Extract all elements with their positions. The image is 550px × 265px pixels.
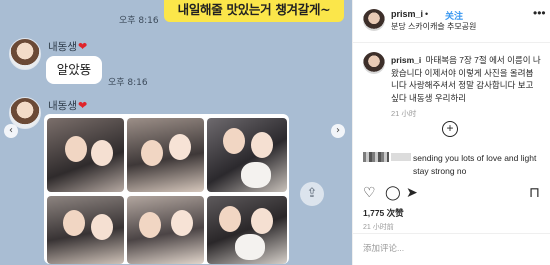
post-author: prism_i • — [391, 9, 430, 19]
avatar[interactable] — [363, 9, 385, 31]
comment-bubble-icon[interactable]: ◯ — [385, 184, 401, 200]
photo-thumbnail[interactable] — [207, 118, 287, 192]
face-shape — [63, 210, 85, 236]
message-time: 오후 8:16 — [119, 16, 159, 26]
face-shape — [251, 208, 273, 234]
received-message-bubble: 알았뚕 — [46, 56, 102, 84]
message-time: 오후 8:16 — [108, 78, 148, 88]
avatar[interactable] — [363, 52, 385, 74]
blurred-username — [391, 153, 411, 161]
heart-icon: ❤ — [77, 99, 88, 112]
face-shape — [251, 132, 273, 158]
face-shape — [169, 134, 191, 160]
location-link[interactable]: 분당 스카이캐슬 추모공원 — [391, 21, 476, 32]
caption-username[interactable]: prism_i — [391, 55, 421, 65]
sent-message-bubble: 내일해줄 맛있는거 챙겨갈게~ — [164, 0, 344, 22]
share-icon[interactable]: ⇪ — [300, 182, 324, 206]
face-shape — [171, 210, 193, 236]
sender-name: 내동생❤ — [48, 98, 87, 113]
more-options-icon[interactable]: ••• — [533, 6, 546, 20]
chevron-left-icon[interactable]: ‹ — [4, 124, 18, 138]
photo-grid[interactable] — [44, 114, 289, 264]
dog-shape — [235, 234, 265, 260]
post-caption: prism_i 마태복음 7장 7절 에서 이름이 나왔습니다 이제서야 이렇게… — [391, 54, 541, 104]
face-shape — [223, 128, 245, 154]
sender-name: 내동생❤ — [48, 39, 87, 54]
chat-screenshot: 내일해줄 맛있는거 챙겨갈게~ 오후 8:16 내동생❤ 알았뚕 오후 8:16… — [0, 0, 352, 265]
like-count[interactable]: 1,775 次赞 — [363, 207, 404, 219]
username-link[interactable]: prism_i — [391, 9, 423, 19]
face-shape — [141, 140, 163, 166]
share-arrow-icon[interactable]: ➤ — [406, 184, 418, 200]
blurred-avatar — [363, 152, 389, 162]
post-timestamp: 21 小时前 — [363, 224, 394, 231]
separator: • — [425, 9, 429, 19]
face-shape — [139, 212, 161, 238]
photo-thumbnail[interactable] — [47, 196, 124, 264]
photo-thumbnail[interactable] — [127, 196, 204, 264]
photo-thumbnail[interactable] — [47, 118, 124, 192]
like-heart-icon[interactable]: ♡ — [363, 184, 376, 200]
comment-text: sending you lots of love and light stay … — [413, 153, 537, 176]
sender-label: 내동생 — [48, 100, 77, 112]
instagram-post-panel: prism_i • 关注 분당 스카이캐슬 추모공원 ••• prism_i 마태… — [352, 0, 550, 265]
heart-icon: ❤ — [77, 40, 88, 53]
caption-timestamp: 21 小时 — [391, 109, 417, 118]
post-actions: ♡ ◯ ➤ ⊓ — [363, 184, 543, 202]
face-shape — [65, 136, 87, 162]
sender-label: 내동생 — [48, 41, 77, 53]
load-more-comments-icon[interactable]: + — [442, 121, 458, 137]
face-shape — [91, 140, 113, 166]
divider — [353, 233, 550, 234]
bookmark-icon[interactable]: ⊓ — [529, 184, 540, 200]
chevron-right-icon[interactable]: › — [331, 124, 345, 138]
face-shape — [91, 214, 113, 240]
face-shape — [219, 206, 241, 232]
add-comment-input[interactable]: 添加评论... — [363, 242, 404, 254]
photo-thumbnail[interactable] — [127, 118, 204, 192]
divider — [353, 42, 550, 43]
photo-thumbnail[interactable] — [207, 196, 287, 264]
dog-shape — [241, 162, 271, 188]
avatar — [9, 38, 41, 70]
